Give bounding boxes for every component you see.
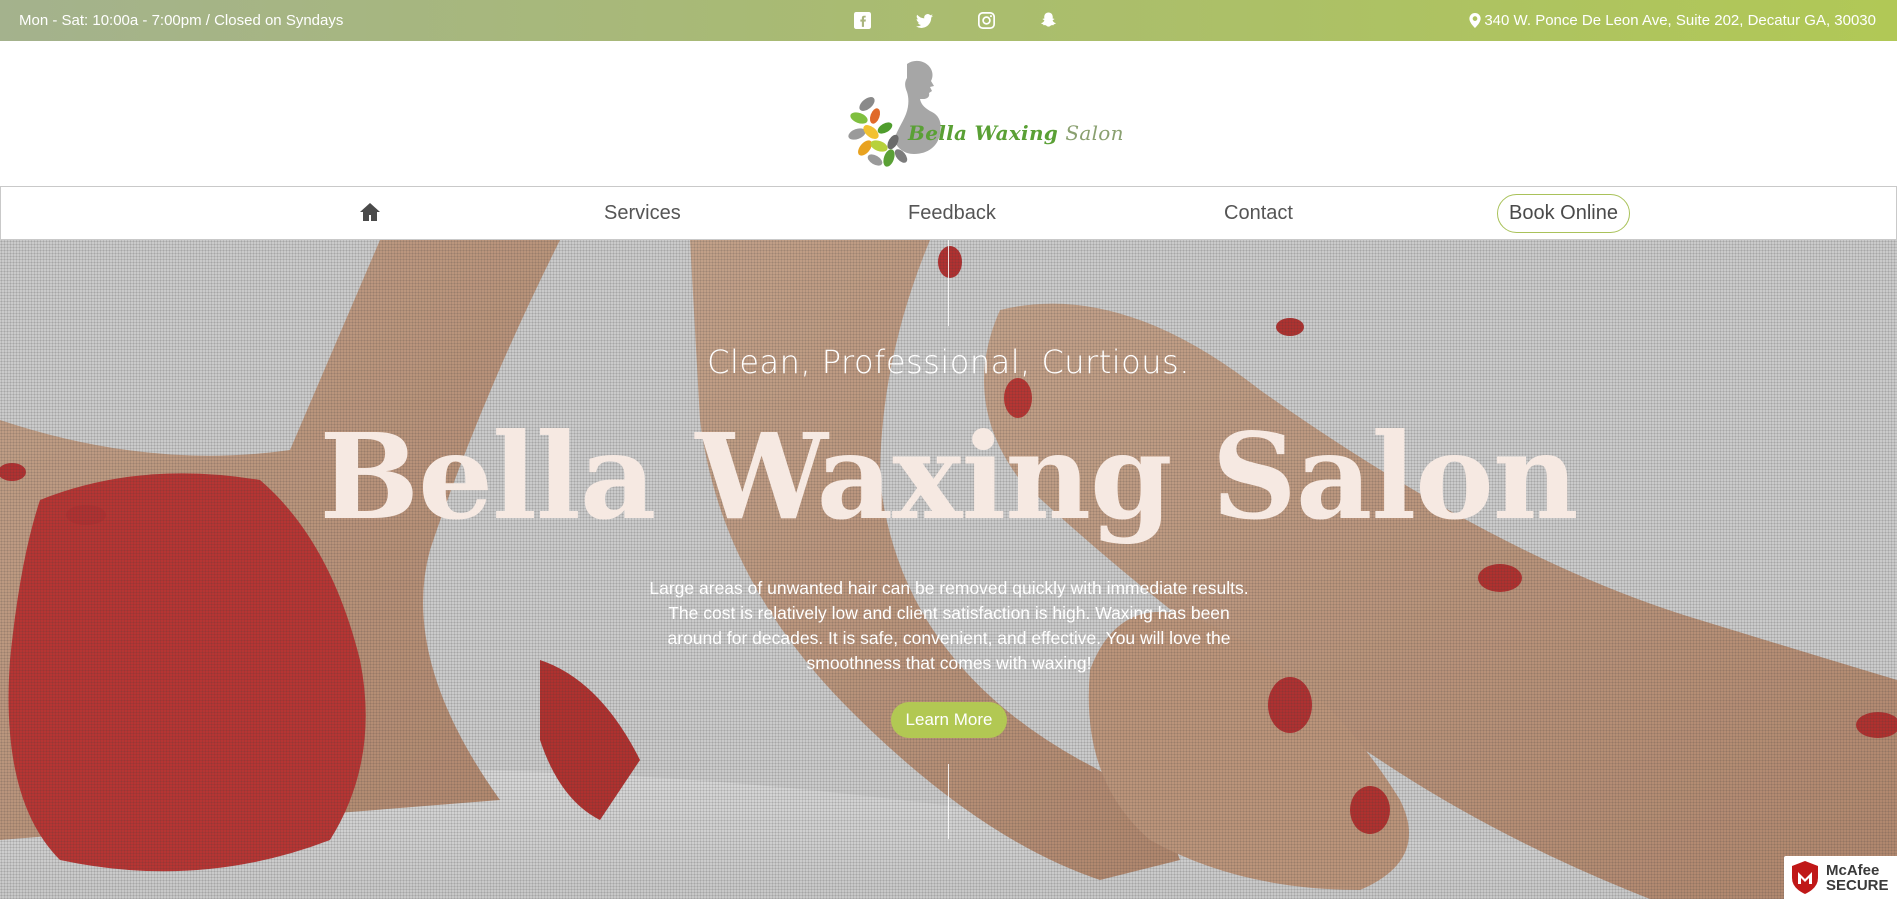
business-hours: Mon - Sat: 10:00a - 7:00pm / Closed on S… — [19, 12, 344, 29]
divider-line-bottom — [948, 764, 949, 839]
nav-item-services[interactable]: Services — [604, 202, 681, 225]
badge-line2: SECURE — [1826, 876, 1889, 894]
shield-icon — [1792, 861, 1818, 894]
top-bar: Mon - Sat: 10:00a - 7:00pm / Closed on S… — [0, 0, 1897, 41]
facebook-icon[interactable] — [854, 9, 916, 31]
logo-text: Bella Waxing Salon — [908, 121, 1124, 145]
nav-item-contact[interactable]: Contact — [1224, 202, 1293, 225]
hero-section: Clean, Professional, Curtious. Bella Wax… — [0, 240, 1897, 899]
logo-brand: Bella Waxing — [908, 121, 1059, 145]
divider-line-top — [948, 240, 949, 326]
logo-suffix: Salon — [1065, 121, 1124, 145]
snapchat-icon[interactable] — [1040, 9, 1102, 31]
learn-more-button[interactable]: Learn More — [891, 702, 1007, 738]
badge-text: McAfee SECURE — [1826, 863, 1889, 893]
nav-item-feedback[interactable]: Feedback — [908, 202, 996, 225]
badge-line1: McAfee — [1826, 861, 1880, 879]
main-nav: Services Feedback Contact Book Online — [0, 186, 1897, 240]
hero-tagline: Clean, Professional, Curtious. — [707, 343, 1190, 381]
hero-description: Large areas of unwanted hair can be remo… — [649, 578, 1249, 673]
book-online-button[interactable]: Book Online — [1497, 194, 1630, 233]
social-links — [854, 9, 1102, 31]
address-text: 340 W. Ponce De Leon Ave, Suite 202, Dec… — [1484, 12, 1876, 29]
salon-logo[interactable] — [845, 54, 1075, 174]
address: 340 W. Ponce De Leon Ave, Suite 202, Dec… — [1469, 12, 1876, 29]
header: Bella Waxing Salon — [0, 41, 1897, 186]
mcafee-secure-badge[interactable]: McAfee SECURE — [1784, 856, 1897, 899]
map-marker-icon — [1469, 13, 1481, 28]
instagram-icon[interactable] — [978, 9, 1040, 31]
twitter-icon[interactable] — [916, 9, 978, 31]
home-icon[interactable] — [358, 200, 382, 224]
hero-title: Bella Waxing Salon — [319, 407, 1578, 546]
